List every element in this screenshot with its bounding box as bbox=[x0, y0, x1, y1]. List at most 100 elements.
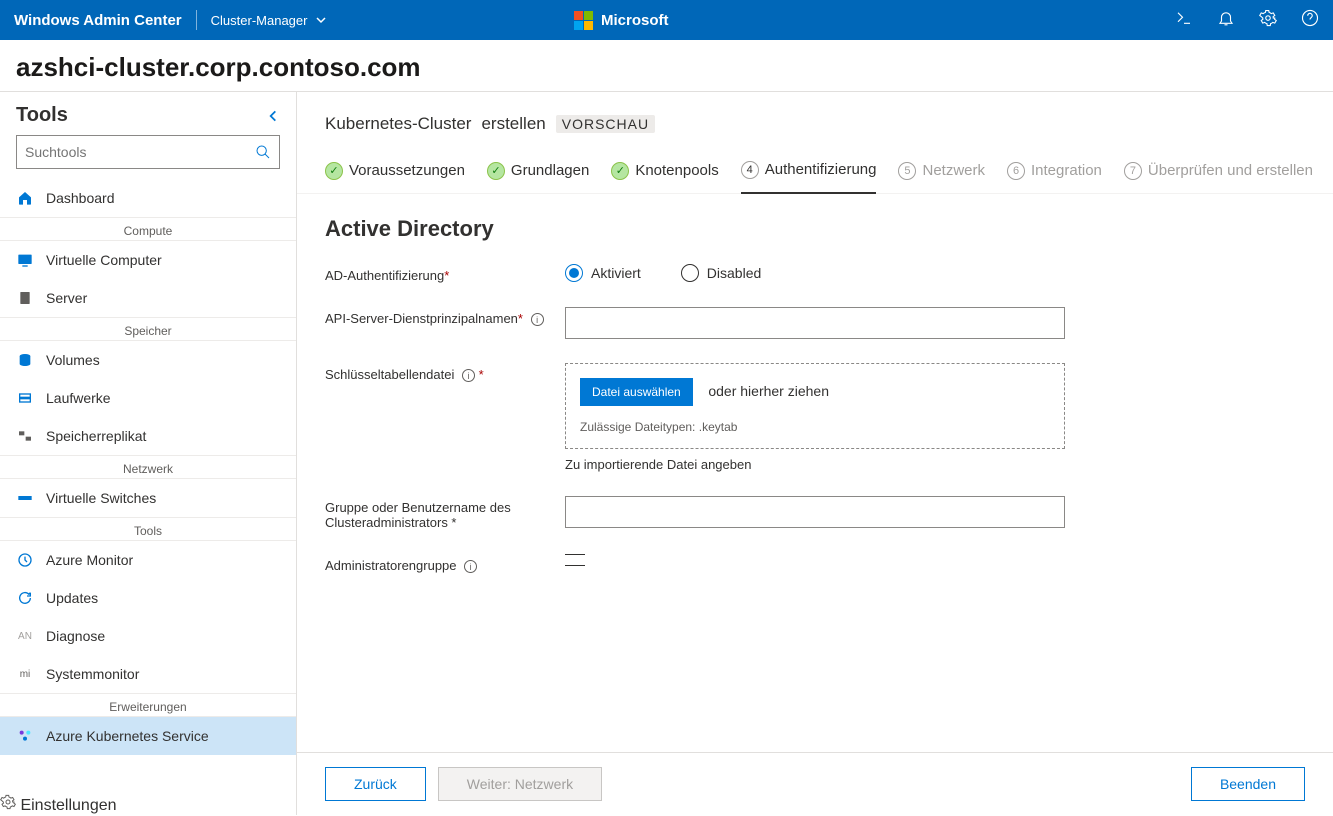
radio-label: Aktiviert bbox=[591, 265, 641, 281]
chevron-down-icon bbox=[315, 14, 327, 26]
sidebar-group: Netzwerk bbox=[0, 455, 296, 479]
home-icon bbox=[16, 189, 34, 207]
back-button[interactable]: Zurück bbox=[325, 767, 426, 801]
perf-icon: mi bbox=[16, 665, 34, 683]
sidebar-item-label: Laufwerke bbox=[46, 390, 111, 406]
context-label: Cluster-Manager bbox=[211, 13, 308, 28]
sidebar-item-label: Dashboard bbox=[46, 190, 115, 206]
help-icon[interactable] bbox=[1301, 9, 1319, 32]
step-voraussetzungen[interactable]: ✓Voraussetzungen bbox=[325, 162, 465, 180]
diag-icon: AN bbox=[16, 627, 34, 645]
console-icon[interactable] bbox=[1175, 9, 1193, 32]
step-knotenpools[interactable]: ✓Knotenpools bbox=[611, 162, 718, 180]
form-area: Active Directory AD-Authentifizierung* A… bbox=[297, 194, 1333, 752]
sidebar-item-laufwerke[interactable]: Laufwerke bbox=[0, 379, 296, 417]
collapse-icon[interactable] bbox=[266, 109, 280, 123]
content: Kubernetes-Cluster erstellen VORSCHAU ✓V… bbox=[297, 92, 1333, 815]
check-icon: ✓ bbox=[611, 162, 629, 180]
preview-tag: VORSCHAU bbox=[556, 115, 655, 133]
info-icon[interactable]: i bbox=[531, 313, 544, 326]
sidebar-item-label: Einstellungen bbox=[20, 797, 116, 814]
app-title: Windows Admin Center bbox=[14, 12, 182, 29]
context-picker[interactable]: Cluster-Manager bbox=[211, 13, 328, 28]
radio-disabled[interactable]: Disabled bbox=[681, 264, 761, 282]
step-überprüfen-und-erstellen: 7Überprüfen und erstellen bbox=[1124, 162, 1313, 180]
sidebar-item-virtuelle-switches[interactable]: Virtuelle Switches bbox=[0, 479, 296, 517]
breadcrumb-part2: erstellen bbox=[481, 114, 545, 134]
label-ad-auth: AD-Authentifizierung* bbox=[325, 264, 565, 283]
file-drop-zone[interactable]: Datei auswählen oder hierher ziehen Zulä… bbox=[565, 363, 1065, 449]
switch-icon bbox=[16, 489, 34, 507]
sidebar-item-systemmonitor[interactable]: miSystemmonitor bbox=[0, 655, 296, 693]
section-heading: Active Directory bbox=[325, 216, 1305, 242]
step-number: 4 bbox=[741, 161, 759, 179]
sidebar-item-azure-kubernetes-service[interactable]: Azure Kubernetes Service bbox=[0, 717, 296, 755]
tools-heading: Tools bbox=[16, 104, 68, 127]
wizard-footer: Zurück Weiter: Netzwerk Beenden bbox=[297, 752, 1333, 815]
radio-icon bbox=[681, 264, 699, 282]
sidebar-item-virtuelle-computer[interactable]: Virtuelle Computer bbox=[0, 241, 296, 279]
drag-hint: oder hierher ziehen bbox=[708, 383, 829, 399]
sidebar-group: Erweiterungen bbox=[0, 693, 296, 717]
sidebar-item-dashboard[interactable]: Dashboard bbox=[0, 179, 296, 217]
sidebar-item-label: Azure Monitor bbox=[46, 552, 133, 568]
sidebar-item-label: Server bbox=[46, 290, 87, 306]
input-spn[interactable] bbox=[565, 307, 1065, 339]
sidebar-item-label: Virtuelle Switches bbox=[46, 490, 156, 506]
step-label: Authentifizierung bbox=[765, 161, 877, 178]
title-divider bbox=[196, 10, 197, 30]
admin-group-value bbox=[565, 554, 1065, 566]
sidebar-item-speicherreplikat[interactable]: Speicherreplikat bbox=[0, 417, 296, 455]
sidebar-item-label: Virtuelle Computer bbox=[46, 252, 162, 268]
breadcrumb-part1: Kubernetes-Cluster bbox=[325, 114, 471, 134]
updates-icon bbox=[16, 589, 34, 607]
search-tools[interactable] bbox=[16, 135, 280, 169]
sidebar-item-diagnose[interactable]: AN Diagnose bbox=[0, 617, 296, 655]
step-number: 5 bbox=[898, 162, 916, 180]
gear-icon[interactable] bbox=[1259, 9, 1277, 32]
sidebar-item-label: Diagnose bbox=[46, 628, 105, 644]
info-icon[interactable]: i bbox=[462, 369, 475, 382]
step-number: 7 bbox=[1124, 162, 1142, 180]
microsoft-logo: Microsoft bbox=[574, 11, 669, 30]
sidebar: Tools Dashboard Compute Virtuelle Computer… bbox=[0, 92, 297, 815]
allowed-types: Zulässige Dateitypen: .keytab bbox=[580, 420, 1050, 434]
sidebar-group: Tools bbox=[0, 517, 296, 541]
sidebar-item-azure-monitor[interactable]: Azure Monitor bbox=[0, 541, 296, 579]
label-admin-group-user: Gruppe oder Benutzername des Clusteradmi… bbox=[325, 496, 565, 530]
bell-icon[interactable] bbox=[1217, 9, 1235, 32]
drives-icon bbox=[16, 389, 34, 407]
radio-icon bbox=[565, 264, 583, 282]
search-input[interactable] bbox=[25, 144, 255, 160]
sidebar-item-volumes[interactable]: Volumes bbox=[0, 341, 296, 379]
cluster-name: azshci-cluster.corp.contoso.com bbox=[0, 40, 1333, 91]
step-integration: 6Integration bbox=[1007, 162, 1102, 180]
label-spn: API-Server-Dienstprinzipalnamen* i bbox=[325, 307, 565, 326]
sidebar-item-settings[interactable]: Einstellungen bbox=[0, 794, 296, 815]
replica-icon bbox=[16, 427, 34, 445]
check-icon: ✓ bbox=[487, 162, 505, 180]
gear-icon bbox=[0, 797, 16, 814]
choose-file-button[interactable]: Datei auswählen bbox=[580, 378, 693, 406]
sidebar-group: Compute bbox=[0, 217, 296, 241]
topbar: Windows Admin Center Cluster-Manager Mic… bbox=[0, 0, 1333, 40]
finish-button[interactable]: Beenden bbox=[1191, 767, 1305, 801]
step-label: Integration bbox=[1031, 162, 1102, 179]
input-admin-group-user[interactable] bbox=[565, 496, 1065, 528]
radio-enabled[interactable]: Aktiviert bbox=[565, 264, 641, 282]
sidebar-item-updates[interactable]: Updates bbox=[0, 579, 296, 617]
step-grundlagen[interactable]: ✓ Grundlagen bbox=[487, 162, 589, 180]
vm-icon bbox=[16, 251, 34, 269]
step-authentifizierung[interactable]: 4 Authentifizierung bbox=[741, 148, 877, 194]
sidebar-item-label: Azure Kubernetes Service bbox=[46, 728, 209, 744]
microsoft-logo-icon bbox=[574, 11, 593, 30]
sidebar-item-server[interactable]: Server bbox=[0, 279, 296, 317]
server-icon bbox=[16, 289, 34, 307]
step-label: Netzwerk bbox=[922, 162, 985, 179]
info-icon[interactable]: i bbox=[464, 560, 477, 573]
file-required-hint: Zu importierende Datei angeben bbox=[565, 457, 1065, 472]
volumes-icon bbox=[16, 351, 34, 369]
aks-icon bbox=[16, 727, 34, 745]
step-label: Grundlagen bbox=[511, 162, 589, 179]
monitor-icon bbox=[16, 551, 34, 569]
